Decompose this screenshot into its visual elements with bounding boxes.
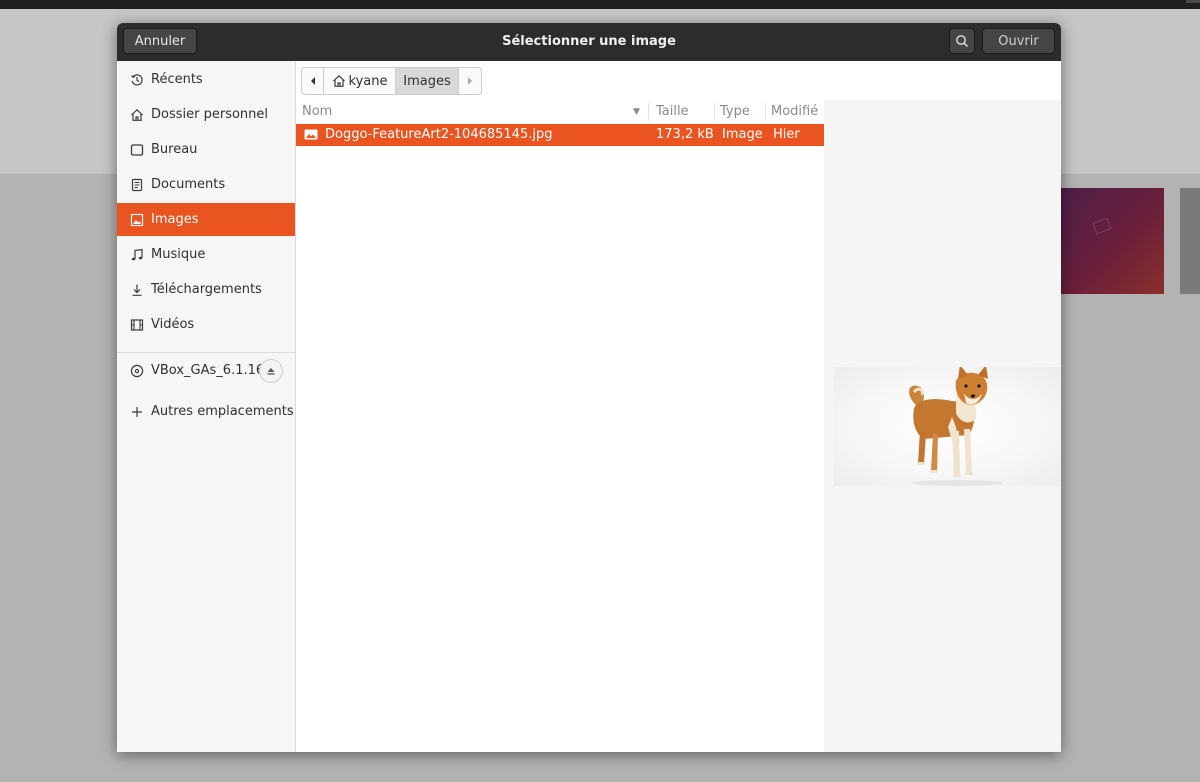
path-segment-label: kyane (348, 73, 388, 89)
dialog-titlebar: Sélectionner une image Annuler Ouvrir (117, 23, 1061, 61)
sidebar-item-videos[interactable]: Vidéos (117, 308, 295, 341)
column-header-size[interactable]: Taille (656, 100, 711, 124)
sidebar-item-label: Musique (151, 247, 206, 262)
plus-icon (130, 405, 144, 419)
sidebar-item-recents[interactable]: Récents (117, 63, 295, 96)
sidebar-item-label: Bureau (151, 142, 198, 157)
background-topbar-indicator (1186, 0, 1200, 3)
image-preview (834, 365, 1060, 486)
search-button[interactable] (949, 28, 975, 54)
file-name: Doggo-FeatureArt2-104685145.jpg (325, 127, 553, 142)
home-icon (130, 108, 144, 122)
eject-button[interactable] (259, 359, 283, 383)
sidebar-item-label: Dossier personnel (151, 107, 269, 122)
path-segment-home[interactable]: kyane (324, 68, 396, 94)
image-file-icon (304, 129, 318, 140)
shiba-inu-dog-image (909, 365, 1003, 486)
sidebar-item-label: Autres emplacements (151, 404, 294, 419)
file-type: Image (722, 127, 763, 142)
path-bar: kyane Images (301, 67, 482, 95)
file-chooser-dialog: Sélectionner une image Annuler Ouvrir Ré… (117, 23, 1061, 752)
places-sidebar: Récents Dossier personnel Bureau Documen… (117, 61, 296, 752)
music-icon (130, 248, 144, 262)
column-separator (714, 103, 715, 121)
desktop-icon (130, 143, 144, 157)
path-forward-button[interactable] (459, 68, 481, 94)
sidebar-item-label: Vidéos (151, 317, 195, 332)
sidebar-separator (117, 352, 295, 353)
sidebar-item-music[interactable]: Musique (117, 238, 295, 271)
sidebar-item-label: VBox_GAs_6.1.16 (151, 363, 265, 378)
background-thumbnail (1180, 188, 1200, 294)
column-header-modified[interactable]: Modifié (771, 100, 821, 124)
file-row[interactable]: Doggo-FeatureArt2-104685145.jpg 173,2 kB… (296, 124, 824, 146)
file-list-header: Nom ▼ Taille Type Modifié (296, 100, 824, 124)
image-preview-pane (824, 100, 1061, 752)
path-segment-images[interactable]: Images (396, 68, 459, 94)
dialog-title: Sélectionner une image (502, 34, 676, 49)
sidebar-item-label: Images (151, 212, 199, 227)
column-separator (765, 103, 766, 121)
disc-icon (130, 364, 144, 378)
file-modified: Hier (773, 127, 800, 142)
sidebar-item-vbox-drive[interactable]: VBox_GAs_6.1.16 (117, 354, 264, 387)
sidebar-item-label: Récents (151, 72, 203, 87)
file-list: Nom ▼ Taille Type Modifié Doggo-FeatureA… (296, 100, 824, 752)
column-header-type[interactable]: Type (720, 100, 765, 124)
open-button[interactable]: Ouvrir (982, 28, 1055, 54)
background-thumbnail (1060, 188, 1164, 294)
sidebar-item-home[interactable]: Dossier personnel (117, 98, 295, 131)
sidebar-item-downloads[interactable]: Téléchargements (117, 273, 295, 306)
search-icon (956, 35, 969, 48)
path-back-button[interactable] (302, 68, 324, 94)
clock-icon (130, 73, 144, 87)
sidebar-item-label: Documents (151, 177, 226, 192)
sidebar-item-other-locations[interactable]: Autres emplacements (117, 395, 295, 428)
chevron-left-icon (310, 77, 315, 85)
background-topbar (0, 0, 1200, 9)
column-header-name[interactable]: Nom (302, 100, 642, 124)
sort-arrow-icon: ▼ (633, 107, 640, 117)
sidebar-item-desktop[interactable]: Bureau (117, 133, 295, 166)
video-icon (130, 318, 144, 332)
sidebar-item-documents[interactable]: Documents (117, 168, 295, 201)
home-icon (332, 74, 345, 87)
download-icon (130, 283, 144, 297)
image-icon (130, 213, 144, 227)
chevron-right-icon (468, 77, 472, 85)
file-size: 173,2 kB (656, 127, 714, 142)
sidebar-item-label: Téléchargements (151, 282, 262, 297)
cancel-button[interactable]: Annuler (123, 28, 197, 54)
column-separator (648, 103, 649, 121)
sidebar-item-images[interactable]: Images (117, 203, 295, 236)
eject-icon (267, 368, 275, 375)
document-icon (130, 178, 144, 192)
